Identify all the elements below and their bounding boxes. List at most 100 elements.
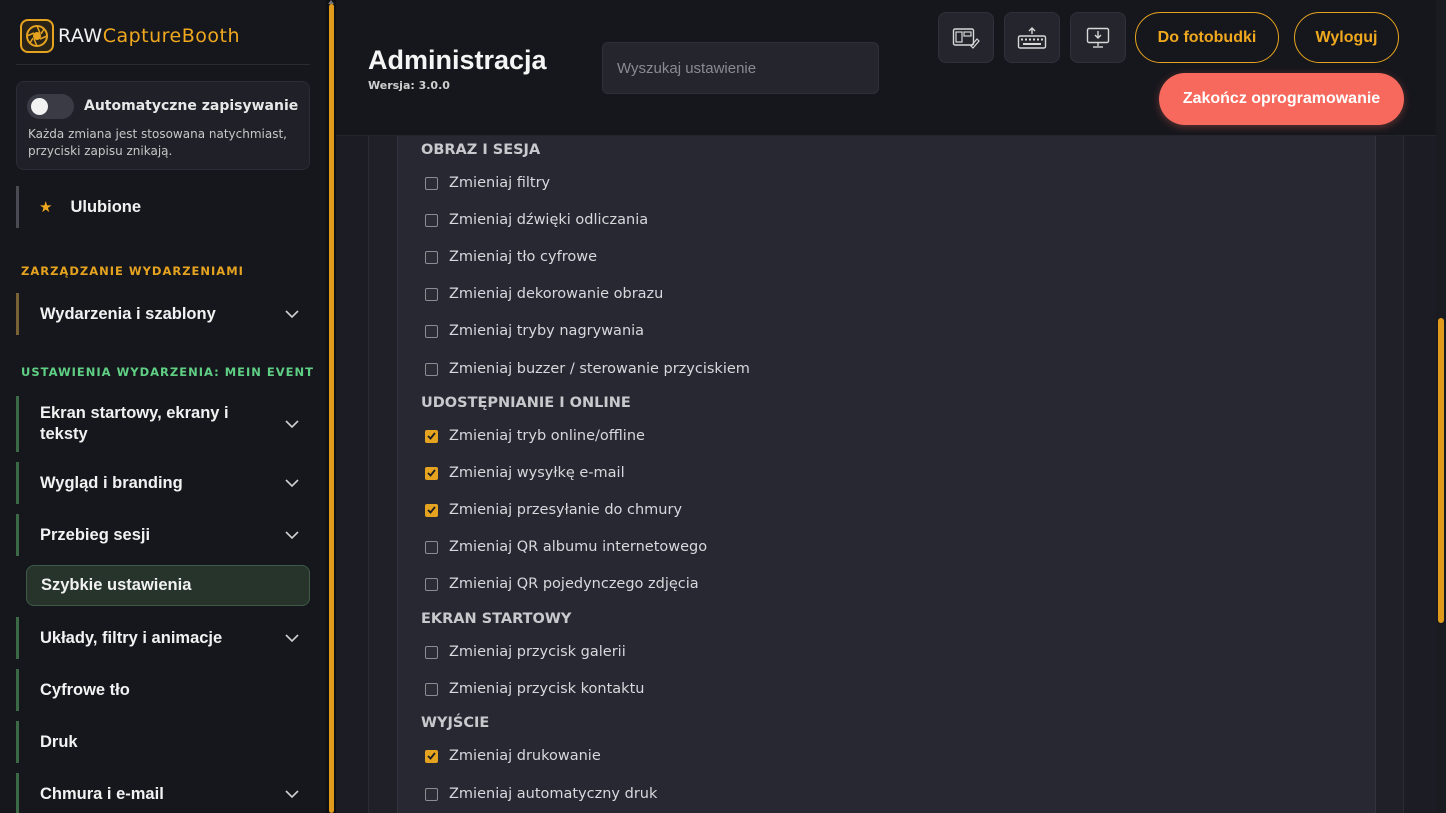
checkbox[interactable] bbox=[425, 645, 438, 659]
sidebar-scrollbar-thumb[interactable] bbox=[329, 4, 334, 813]
option-album-qr[interactable]: Zmieniaj QR albumu internetowego bbox=[425, 539, 707, 555]
option-digital-background[interactable]: Zmieniaj tło cyfrowe bbox=[425, 249, 597, 265]
group-title-start-screen: EKRAN STARTOWY bbox=[421, 611, 572, 627]
sidebar-item-favorites[interactable]: ★ Ulubione bbox=[16, 186, 310, 228]
option-label: Zmieniaj drukowanie bbox=[449, 748, 601, 764]
option-label: Zmieniaj tryb online/offline bbox=[449, 428, 645, 444]
to-photobooth-button[interactable]: Do fotobudki bbox=[1135, 12, 1279, 63]
chevron-down-icon bbox=[285, 790, 299, 799]
option-label: Zmieniaj automatyczny druk bbox=[449, 786, 658, 802]
checkmark-icon bbox=[427, 752, 436, 760]
sidebar-item-layouts[interactable]: Układy, filtry i animacje bbox=[16, 617, 310, 659]
option-filters[interactable]: Zmieniaj filtry bbox=[425, 175, 550, 191]
sidebar-item-session-flow[interactable]: Przebieg sesji bbox=[16, 514, 310, 556]
option-label: Zmieniaj wysyłkę e-mail bbox=[449, 465, 625, 481]
autosave-description: Każda zmiana jest stosowana natychmiast,… bbox=[28, 127, 287, 158]
group-title-sharing-online: UDOSTĘPNIANIE I ONLINE bbox=[421, 395, 631, 411]
option-buzzer[interactable]: Zmieniaj buzzer / sterowanie przyciskiem bbox=[425, 361, 750, 377]
option-gallery-button[interactable]: Zmieniaj przycisk galerii bbox=[425, 644, 626, 660]
chevron-down-icon bbox=[285, 310, 299, 319]
sidebar-item-label: Cyfrowe tło bbox=[40, 680, 130, 699]
autosave-card: Automatyczne zapisywanie Każda zmiana je… bbox=[16, 81, 310, 170]
checkbox[interactable] bbox=[425, 787, 438, 801]
logout-button[interactable]: Wyloguj bbox=[1294, 12, 1399, 63]
autosave-title: Automatyczne zapisywanie bbox=[84, 98, 299, 114]
logo-text: RAWCaptureBooth bbox=[58, 25, 240, 47]
sidebar-item-cloud-email[interactable]: Chmura i e-mail bbox=[16, 773, 310, 813]
checkbox[interactable] bbox=[425, 250, 438, 264]
checkbox[interactable] bbox=[425, 682, 438, 696]
toggle-knob bbox=[31, 98, 48, 115]
logo-text-brand: CaptureBooth bbox=[102, 25, 241, 47]
checkbox-checked[interactable] bbox=[425, 429, 438, 443]
search-input[interactable] bbox=[602, 42, 879, 94]
keyboard-upload-icon bbox=[1017, 26, 1047, 49]
checkbox[interactable] bbox=[425, 577, 438, 591]
chevron-down-icon bbox=[285, 634, 299, 643]
option-countdown-sounds[interactable]: Zmieniaj dźwięki odliczania bbox=[425, 212, 648, 228]
aperture-icon bbox=[20, 19, 54, 53]
option-label: Zmieniaj przycisk kontaktu bbox=[449, 681, 645, 697]
sidebar-item-label: Druk bbox=[40, 732, 78, 751]
checkbox-checked[interactable] bbox=[425, 503, 438, 517]
main-scrollbar-thumb[interactable] bbox=[1438, 318, 1444, 623]
checkbox-checked[interactable] bbox=[425, 466, 438, 480]
option-label: Zmieniaj tło cyfrowe bbox=[449, 249, 597, 265]
sidebar-item-branding[interactable]: Wygląd i branding bbox=[16, 462, 310, 504]
sidebar-item-label: Wygląd i branding bbox=[40, 473, 183, 492]
sidebar-item-label: Przebieg sesji bbox=[40, 525, 151, 544]
star-icon: ★ bbox=[39, 198, 53, 216]
layout-editor-button[interactable] bbox=[938, 12, 994, 63]
option-label: Zmieniaj dźwięki odliczania bbox=[449, 212, 649, 228]
sidebar-item-label: Układy, filtry i animacje bbox=[40, 628, 223, 647]
option-label: Zmieniaj przycisk galerii bbox=[449, 644, 626, 660]
section-title-events: ZARZĄDZANIE WYDARZENIAMI bbox=[21, 264, 244, 278]
app-logo[interactable]: RAWCaptureBooth bbox=[20, 19, 240, 53]
chevron-down-icon bbox=[285, 420, 299, 429]
checkbox-checked[interactable] bbox=[425, 749, 438, 763]
monitor-download-button[interactable] bbox=[1070, 12, 1126, 63]
checkmark-icon bbox=[427, 506, 436, 514]
group-title-image-session: OBRAZ I SESJA bbox=[421, 142, 541, 158]
sidebar-item-label: Szybkie ustawienia bbox=[41, 576, 192, 594]
chevron-down-icon bbox=[285, 531, 299, 540]
checkmark-icon bbox=[427, 432, 436, 440]
option-image-decoration[interactable]: Zmieniaj dekorowanie obrazu bbox=[425, 286, 663, 302]
checkbox[interactable] bbox=[425, 213, 438, 227]
checkbox[interactable] bbox=[425, 324, 438, 338]
monitor-download-icon bbox=[1086, 27, 1110, 48]
option-label: Zmieniaj QR pojedynczego zdjęcia bbox=[449, 576, 699, 592]
sidebar-item-start-screen[interactable]: Ekran startowy, ekrany i teksty bbox=[16, 396, 310, 452]
checkbox[interactable] bbox=[425, 176, 438, 190]
divider bbox=[16, 64, 310, 65]
checkbox[interactable] bbox=[425, 362, 438, 376]
option-online-offline[interactable]: Zmieniaj tryb online/offline bbox=[425, 428, 645, 444]
option-printing[interactable]: Zmieniaj drukowanie bbox=[425, 748, 601, 764]
version-label: Wersja: 3.0.0 bbox=[368, 79, 450, 92]
sidebar-item-print[interactable]: Druk bbox=[16, 721, 310, 763]
group-title-output: WYJŚCIE bbox=[421, 715, 490, 731]
sidebar-item-label: Ulubione bbox=[70, 197, 142, 216]
keyboard-upload-button[interactable] bbox=[1004, 12, 1060, 63]
option-recording-modes[interactable]: Zmieniaj tryby nagrywania bbox=[425, 323, 644, 339]
option-cloud-upload[interactable]: Zmieniaj przesyłanie do chmury bbox=[425, 502, 682, 518]
sidebar: RAWCaptureBooth Automatyczne zapisywanie… bbox=[0, 0, 326, 813]
checkbox[interactable] bbox=[425, 287, 438, 301]
sidebar-item-quick-settings[interactable]: Szybkie ustawienia bbox=[26, 565, 310, 606]
option-single-photo-qr[interactable]: Zmieniaj QR pojedynczego zdjęcia bbox=[425, 576, 699, 592]
option-label: Zmieniaj buzzer / sterowanie przyciskiem bbox=[449, 361, 750, 377]
option-label: Zmieniaj dekorowanie obrazu bbox=[449, 286, 664, 302]
option-auto-print[interactable]: Zmieniaj automatyczny druk bbox=[425, 786, 657, 802]
layout-edit-icon bbox=[952, 27, 980, 49]
sidebar-item-events[interactable]: Wydarzenia i szablony bbox=[16, 293, 310, 335]
quit-software-button[interactable]: Zakończ oprogramowanie bbox=[1159, 73, 1404, 125]
option-email-sending[interactable]: Zmieniaj wysyłkę e-mail bbox=[425, 465, 625, 481]
option-label: Zmieniaj tryby nagrywania bbox=[449, 323, 645, 339]
page-title: Administracja bbox=[368, 45, 547, 75]
autosave-toggle[interactable] bbox=[27, 94, 74, 119]
header: Administracja Wersja: 3.0.0 Wyszukaj ust… bbox=[336, 0, 1446, 136]
option-contact-button[interactable]: Zmieniaj przycisk kontaktu bbox=[425, 681, 644, 697]
section-title-event-settings: USTAWIENIA WYDARZENIA: MEIN EVENT bbox=[21, 365, 314, 379]
sidebar-item-digital-background[interactable]: Cyfrowe tło bbox=[16, 669, 310, 711]
checkbox[interactable] bbox=[425, 540, 438, 554]
